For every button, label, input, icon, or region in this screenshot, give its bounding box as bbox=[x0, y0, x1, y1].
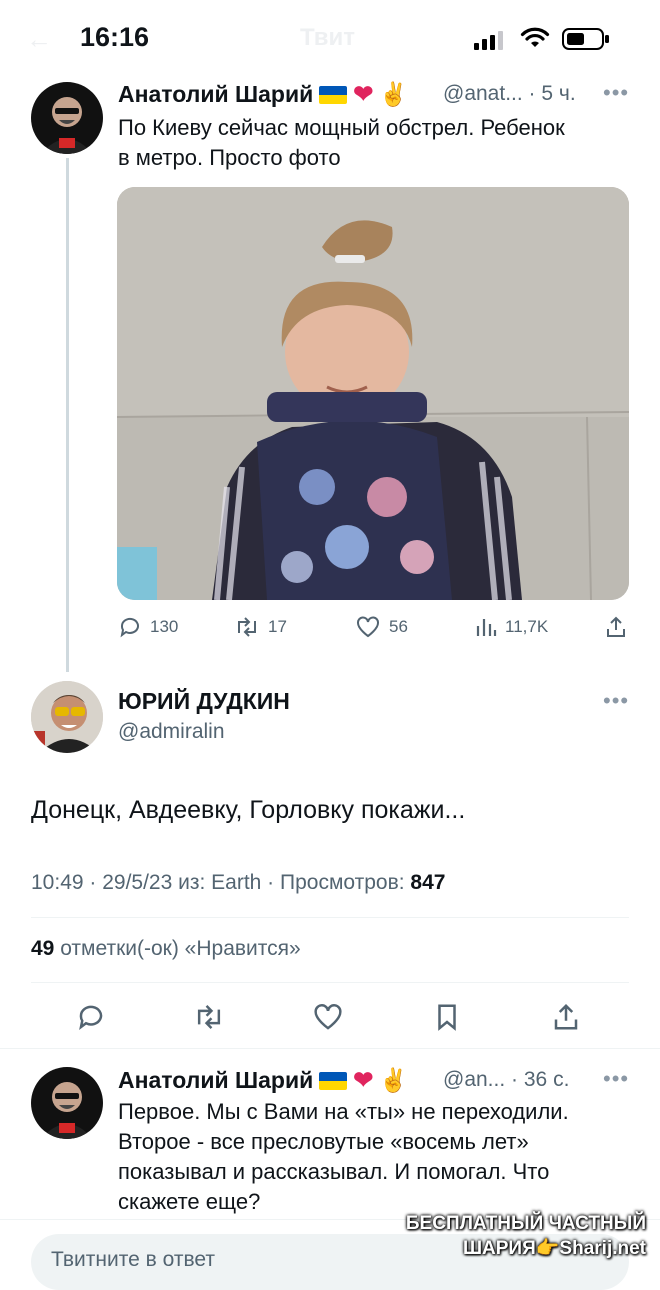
tweet-author[interactable]: ЮРИЙ ДУДКИН bbox=[118, 688, 290, 715]
bookmark-button[interactable] bbox=[427, 997, 467, 1037]
reply-placeholder: Твитните в ответ bbox=[51, 1248, 215, 1271]
status-time: 16:16 bbox=[80, 22, 150, 52]
bar-chart-icon bbox=[476, 619, 497, 636]
reply-button[interactable]: 130 bbox=[118, 612, 178, 642]
wifi-icon bbox=[520, 27, 550, 47]
battery-icon bbox=[562, 28, 609, 50]
heart-outline-icon bbox=[314, 1004, 342, 1030]
share-icon bbox=[554, 1003, 578, 1030]
tweet-text: Первое. Мы с Вами на «ты» не переходили.… bbox=[118, 1099, 569, 1214]
reply-icon bbox=[79, 1005, 103, 1030]
tweet-photo[interactable] bbox=[117, 187, 629, 600]
cellular-signal-icon bbox=[474, 31, 503, 50]
tweet-time: 36 с. bbox=[523, 1068, 570, 1091]
share-icon bbox=[607, 616, 625, 637]
tweet-handle[interactable]: @an... · 36 с. bbox=[443, 1068, 569, 1092]
heart-outline-icon bbox=[357, 616, 379, 638]
tweet-author[interactable]: Анатолий Шарий ❤ ✌ bbox=[118, 1066, 408, 1095]
reply-button[interactable] bbox=[71, 997, 111, 1037]
avatar[interactable] bbox=[31, 1067, 103, 1139]
likes-summary[interactable]: 49 отметки(-ок) «Нравится» bbox=[31, 937, 301, 961]
divider bbox=[0, 1048, 660, 1049]
share-button[interactable] bbox=[604, 612, 628, 642]
views-button[interactable]: 11,7K bbox=[475, 612, 548, 642]
red-heart-icon: ❤ bbox=[353, 1067, 374, 1094]
divider bbox=[31, 982, 629, 983]
divider bbox=[31, 917, 629, 918]
ukraine-flag-icon bbox=[319, 86, 348, 104]
tweet-text: По Киеву сейчас мощный обстрел. Ребенок … bbox=[118, 115, 565, 170]
avatar[interactable] bbox=[31, 681, 103, 753]
back-arrow-icon[interactable]: ← bbox=[26, 24, 52, 55]
tweet-handle[interactable]: @admiralin bbox=[118, 720, 225, 744]
likes-count: 49 bbox=[31, 937, 55, 960]
tweet-author[interactable]: Анатолий Шарий ❤ ✌ bbox=[118, 80, 408, 109]
thread-line bbox=[66, 158, 69, 672]
ukraine-flag-icon bbox=[319, 1072, 348, 1090]
retweet-button[interactable] bbox=[189, 997, 229, 1037]
watermark: БЕСПЛАТНЫЙ ЧАСТНЫЙ ШАРИЯ👉Sharij.net bbox=[405, 1213, 646, 1259]
author-name: Анатолий Шарий bbox=[118, 1067, 314, 1093]
retweet-button[interactable]: 17 bbox=[234, 612, 287, 642]
status-bar: ← Твит 16:16 bbox=[0, 0, 660, 80]
tweet-time: 5 ч. bbox=[541, 82, 576, 105]
retweet-icon bbox=[238, 617, 256, 637]
views-count: 847 bbox=[410, 871, 446, 894]
author-name: Анатолий Шарий bbox=[118, 81, 314, 107]
retweet-icon bbox=[197, 1005, 221, 1029]
more-options-icon[interactable]: ••• bbox=[603, 1066, 629, 1092]
red-heart-icon: ❤ bbox=[353, 81, 374, 108]
like-button[interactable]: 56 bbox=[355, 612, 408, 642]
bookmark-icon bbox=[438, 1004, 456, 1031]
tweet-handle[interactable]: @anat... · 5 ч. bbox=[443, 82, 576, 106]
share-button[interactable] bbox=[546, 997, 586, 1037]
tweet-timestamp: 10:49 · 29/5/23 из: Earth · Просмотров: … bbox=[31, 871, 446, 894]
like-button[interactable] bbox=[308, 997, 348, 1037]
pointing-hand-icon: 👉 bbox=[535, 1238, 560, 1259]
victory-hand-icon: ✌ bbox=[379, 1067, 408, 1093]
victory-hand-icon: ✌ bbox=[379, 81, 408, 107]
more-options-icon[interactable]: ••• bbox=[603, 688, 629, 714]
reply-icon bbox=[120, 617, 139, 638]
main-tweet-text: Донецк, Авдеевку, Горловку покажи... bbox=[31, 796, 466, 824]
more-options-icon[interactable]: ••• bbox=[603, 80, 629, 106]
header-title: Твит bbox=[300, 24, 356, 51]
avatar[interactable] bbox=[31, 82, 103, 154]
